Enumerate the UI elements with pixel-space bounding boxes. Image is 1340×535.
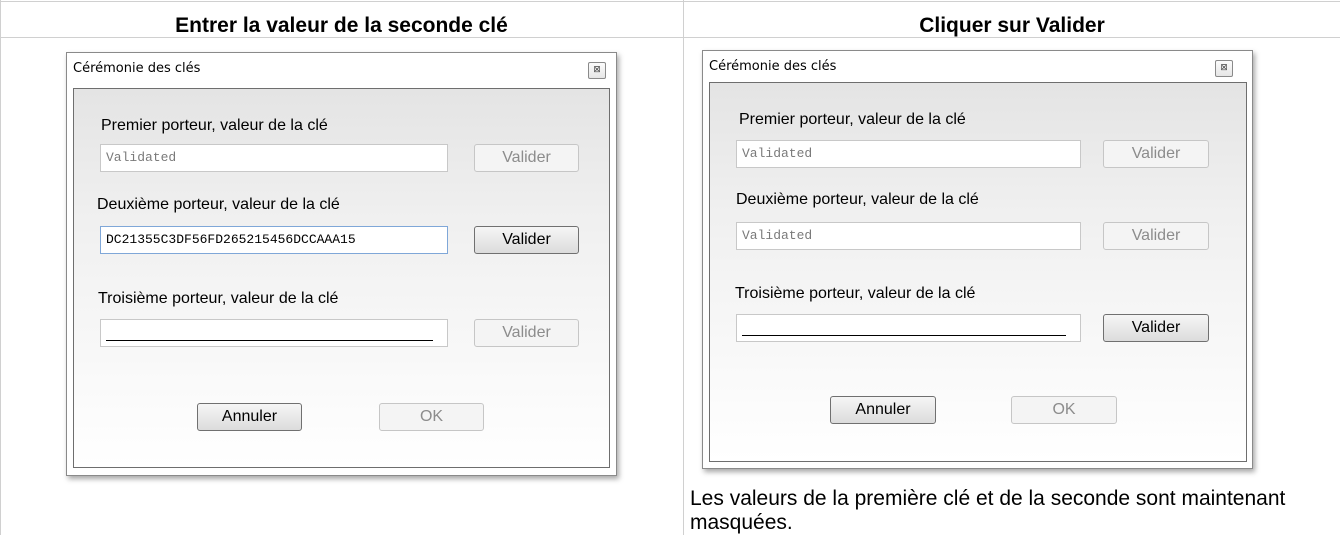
second-holder-key-input[interactable]: Validated <box>736 222 1081 250</box>
table-top-border <box>0 1 1340 2</box>
second-holder-key-input[interactable]: DC21355C3DF56FD265215456DCCAAA15 <box>100 226 448 254</box>
first-holder-validate-button[interactable]: Valider <box>474 144 579 172</box>
caption-text: Les valeurs de la première clé et de la … <box>690 487 1286 534</box>
third-holder-label: Troisième porteur, valeur de la clé <box>735 285 976 302</box>
second-holder-label: Deuxième porteur, valeur de la clé <box>736 191 979 208</box>
first-holder-validate-button[interactable]: Valider <box>1103 140 1209 168</box>
table-left-border <box>0 0 1 535</box>
cancel-button[interactable]: Annuler <box>830 396 936 424</box>
ok-button[interactable]: OK <box>1011 396 1117 424</box>
first-holder-label: Premier porteur, valeur de la clé <box>101 117 328 134</box>
ok-button[interactable]: OK <box>379 403 484 431</box>
third-holder-key-input[interactable] <box>736 314 1081 342</box>
first-holder-label: Premier porteur, valeur de la clé <box>739 111 966 128</box>
second-holder-validate-button[interactable]: Valider <box>1103 222 1209 250</box>
first-holder-key-input[interactable]: Validated <box>100 144 448 172</box>
dialog-title: Cérémonie des clés <box>709 59 837 74</box>
close-icon[interactable]: ⊠ <box>1215 60 1233 77</box>
table-column-divider <box>683 0 684 535</box>
third-holder-validate-button[interactable]: Valider <box>474 319 579 347</box>
second-holder-validate-button[interactable]: Valider <box>474 226 579 254</box>
column-heading-left: Entrer la valeur de la seconde clé <box>175 14 508 37</box>
column-heading-right: Cliquer sur Valider <box>919 14 1105 37</box>
cancel-button[interactable]: Annuler <box>197 403 302 431</box>
masked-value-underline <box>742 335 1066 336</box>
masked-value-underline <box>106 340 433 341</box>
close-icon[interactable]: ⊠ <box>588 62 606 79</box>
second-holder-label: Deuxième porteur, valeur de la clé <box>97 196 340 213</box>
dialog-title: Cérémonie des clés <box>73 61 201 76</box>
key-ceremony-dialog-right: Cérémonie des clés ⊠ Premier porteur, va… <box>702 50 1253 469</box>
third-holder-validate-button[interactable]: Valider <box>1103 314 1209 342</box>
document-page: Entrer la valeur de la seconde clé Cérém… <box>0 0 1340 535</box>
dialog-body: Premier porteur, valeur de la clé Valida… <box>709 82 1247 462</box>
third-holder-label: Troisième porteur, valeur de la clé <box>98 290 339 307</box>
first-holder-key-input[interactable]: Validated <box>736 140 1081 168</box>
third-holder-key-input[interactable] <box>100 319 448 347</box>
dialog-body: Premier porteur, valeur de la clé Valida… <box>73 88 610 468</box>
key-ceremony-dialog-left: Cérémonie des clés ⊠ Premier porteur, va… <box>66 52 617 476</box>
